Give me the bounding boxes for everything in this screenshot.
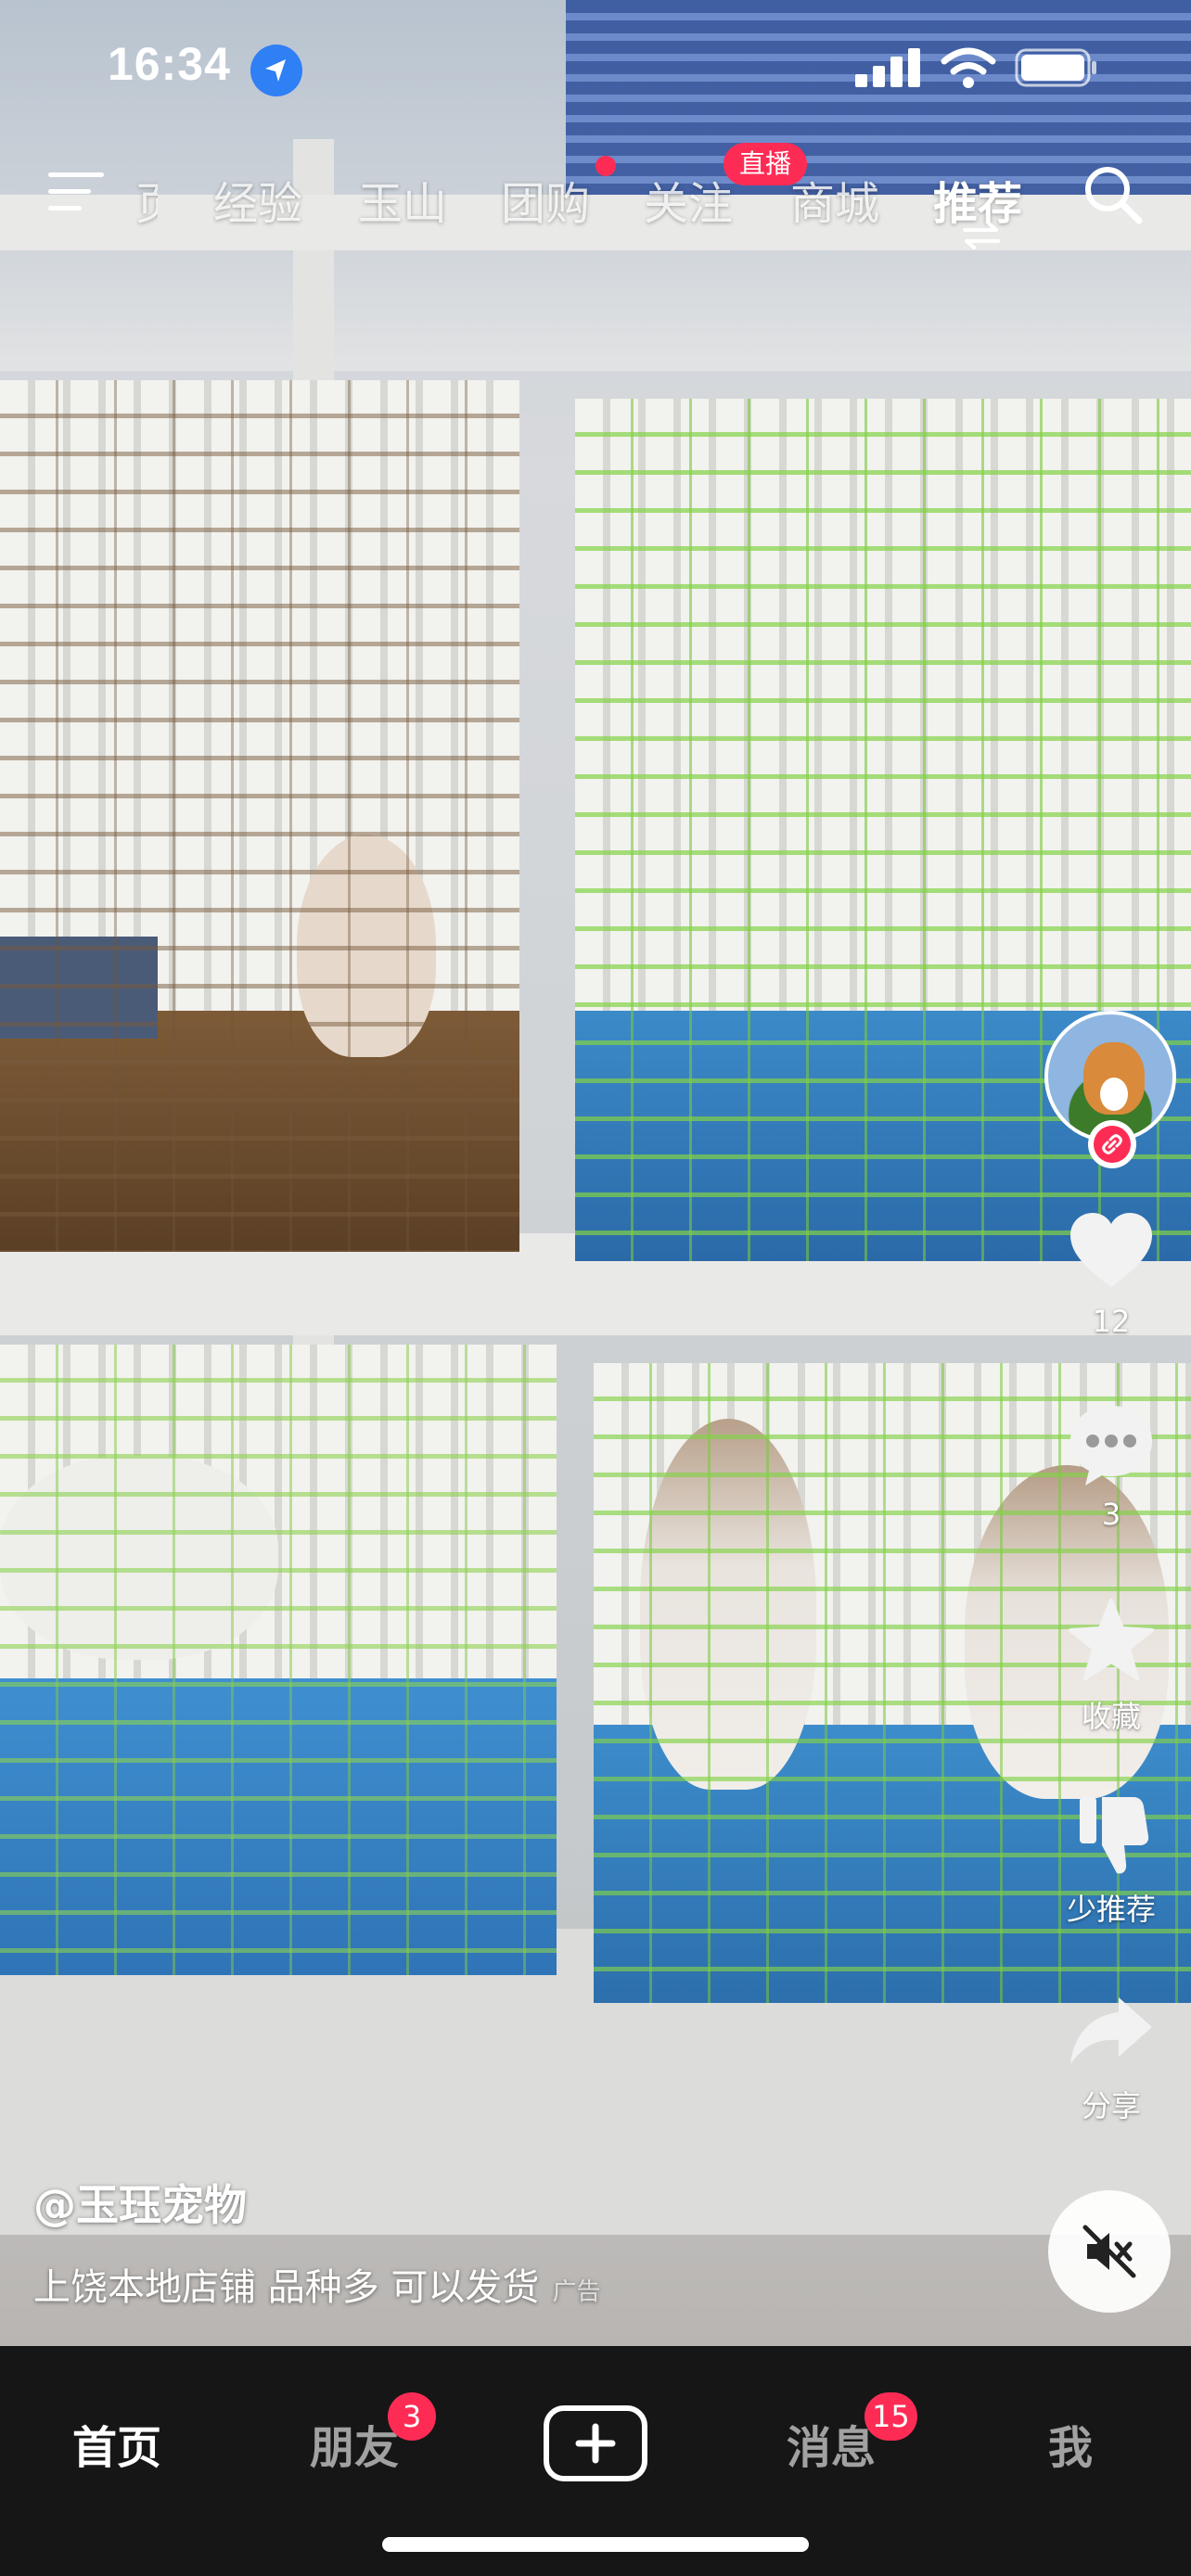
hamburger-menu-icon[interactable] (48, 169, 108, 215)
link-badge[interactable] (1088, 1120, 1136, 1168)
top-nav: 页 经验 玉山 团购 关注 直播 商城 推荐 (0, 143, 1191, 250)
speaker-muted-icon (1082, 2225, 1136, 2278)
link-icon (1094, 1126, 1131, 1163)
ad-tag: 广告 (552, 2278, 601, 2306)
heart-icon (1070, 1213, 1152, 1287)
dislike-button[interactable]: 少推荐 (1035, 1788, 1187, 1929)
share-arrow-icon (1070, 1997, 1152, 2064)
tab-tuangou[interactable]: 团购 (501, 167, 590, 232)
create-button[interactable] (544, 2405, 647, 2481)
tab-jingyan[interactable]: 经验 (213, 167, 302, 232)
tab-cut-off[interactable]: 页 (135, 167, 158, 232)
tab-messages[interactable]: 消息 (787, 2411, 876, 2476)
tab-me[interactable]: 我 (1048, 2411, 1093, 2476)
tab-tuangou-dot (596, 156, 616, 176)
tab-following[interactable]: 关注 (644, 167, 733, 232)
comment-count: 3 (1101, 1497, 1121, 1532)
tab-mall[interactable]: 商城 (790, 167, 879, 232)
dislike-label: 少推荐 (1066, 1892, 1156, 1927)
comment-bubble-icon (1070, 1406, 1152, 1486)
wifi-icon (941, 47, 996, 88)
comment-button[interactable]: 3 (1035, 1398, 1187, 1532)
video-caption: 上饶本地店铺 品种多 可以发货 广告 (33, 2257, 600, 2311)
video-player[interactable] (0, 0, 1191, 2346)
battery-icon (1015, 48, 1096, 87)
favorite-button[interactable]: 收藏 (1035, 1595, 1187, 1736)
video-cage (0, 1345, 557, 1975)
status-time: 16:34 (108, 38, 231, 90)
like-count: 12 (1092, 1304, 1131, 1339)
messages-badge: 15 (864, 2392, 917, 2441)
caption-text: 上饶本地店铺 品种多 可以发货 (33, 2266, 540, 2309)
like-button[interactable]: 12 (1035, 1205, 1187, 1339)
star-icon (1069, 1599, 1154, 1680)
plus-icon (575, 2423, 616, 2464)
mute-button[interactable] (1048, 2190, 1171, 2313)
search-icon[interactable] (1082, 163, 1145, 226)
location-arrow-icon (250, 45, 302, 96)
favorite-label: 收藏 (1081, 1699, 1141, 1734)
creator-username[interactable]: @玉珏宠物 (33, 2172, 247, 2233)
home-indicator (382, 2537, 809, 2552)
tab-home[interactable]: 首页 (72, 2411, 161, 2476)
share-button[interactable]: 分享 (1035, 1984, 1187, 2125)
friends-badge: 3 (388, 2392, 436, 2441)
tab-yushan[interactable]: 玉山 (358, 167, 447, 232)
corgi-avatar-image (1083, 1042, 1145, 1115)
tab-friends[interactable]: 朋友 (310, 2411, 399, 2476)
thumbs-down-icon (1080, 1797, 1149, 1874)
cellular-signal-icon (855, 48, 920, 87)
swap-arrows-icon[interactable] (961, 221, 1002, 250)
status-bar: 16:34 (0, 0, 1191, 139)
share-label: 分享 (1081, 2088, 1141, 2123)
video-cage (0, 380, 519, 1252)
